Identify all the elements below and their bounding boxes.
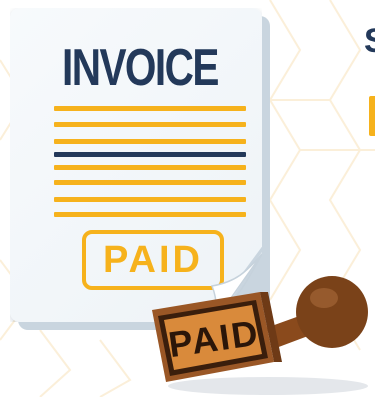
stamp-face: PAID [155,293,273,385]
document-line [54,180,246,185]
stamp-label: PAID [165,311,263,366]
document-line [54,122,246,127]
side-heading-fragment: S [364,22,375,61]
document-line [54,197,246,202]
document-line [54,212,246,217]
invoice-title: INVOICE [62,39,219,97]
document-line [54,165,246,170]
document-line [54,139,246,144]
document-line [54,106,246,111]
side-accent-mark [369,96,375,136]
document-line [54,152,246,157]
